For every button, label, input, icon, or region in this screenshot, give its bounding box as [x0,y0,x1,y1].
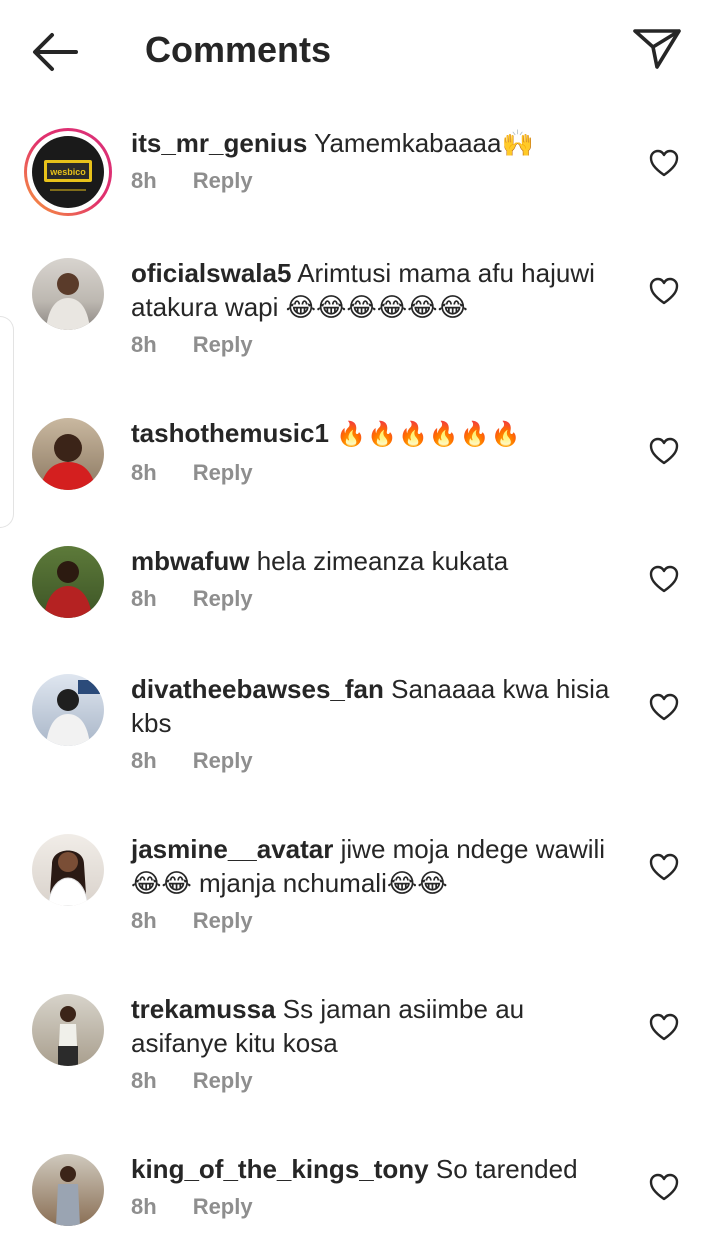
username[interactable]: its_mr_genius [131,128,307,158]
avatar[interactable]: wesbico [24,128,112,216]
comment-text: trekamussa Ss jaman asiimbe au asifanye … [131,992,626,1060]
reply-button[interactable]: Reply [193,458,253,488]
avatar[interactable] [32,994,104,1066]
heart-icon [649,1013,679,1041]
reply-button[interactable]: Reply [193,584,253,614]
avatar-image [32,546,104,618]
avatar-image [32,418,104,490]
comment-text: oficialswala5 Arimtusi mama afu hajuwi a… [131,256,626,324]
paper-plane-icon [633,29,681,69]
avatar[interactable] [32,1154,104,1226]
heart-icon [649,853,679,881]
avatar-image [32,834,104,906]
username[interactable]: tashothemusic1 [131,418,329,448]
comment-time: 8h [131,1194,157,1219]
comment-text: its_mr_genius Yamemkabaaaa🙌 [131,126,626,160]
comment-time: 8h [131,908,157,933]
reply-button[interactable]: Reply [193,1192,253,1222]
comment-message: So tarended [435,1154,578,1184]
comment-text: tashothemusic1 🔥🔥🔥🔥🔥🔥 [131,416,626,452]
avatar-image [32,1154,104,1226]
comment-text: jasmine__avatar jiwe moja ndege wawili😂😂… [131,832,626,900]
comment-message: hela zimeanza kukata [256,546,509,576]
reply-button[interactable]: Reply [193,166,253,196]
avatar[interactable] [32,674,104,746]
logo-icon: wesbico [44,160,92,191]
avatar-image [32,674,104,746]
reply-button[interactable]: Reply [193,330,253,360]
avatar[interactable] [32,258,104,330]
username[interactable]: king_of_the_kings_tony [131,1154,429,1184]
comment-time: 8h [131,460,157,485]
avatar-image [32,994,104,1066]
like-button[interactable] [648,276,680,306]
comment-message: Yamemkabaaaa🙌 [314,128,534,158]
comment-time: 8h [131,332,157,357]
comment-message: 🔥🔥🔥🔥🔥🔥 [336,421,522,448]
comment-time: 8h [131,748,157,773]
avatar[interactable] [32,834,104,906]
reply-button[interactable]: Reply [193,746,253,776]
svg-text:wesbico: wesbico [49,167,86,177]
avatar[interactable] [32,546,104,618]
comment-text: divatheebawses_fan Sanaaaa kwa hisia kbs [131,672,626,740]
like-button[interactable] [648,436,680,466]
avatar-image: wesbico [32,136,104,208]
comment-time: 8h [131,586,157,611]
comment-text: mbwafuw hela zimeanza kukata [131,544,626,578]
reply-button[interactable]: Reply [193,1066,253,1096]
username[interactable]: divatheebawses_fan [131,674,384,704]
username[interactable]: jasmine__avatar [131,834,333,864]
like-button[interactable] [648,692,680,722]
heart-icon [649,565,679,593]
avatar[interactable] [32,418,104,490]
back-button[interactable] [26,26,86,78]
like-button[interactable] [648,564,680,594]
heart-icon [649,437,679,465]
comment-text: king_of_the_kings_tony So tarended [131,1152,626,1186]
like-button[interactable] [648,1012,680,1042]
username[interactable]: mbwafuw [131,546,249,576]
share-button[interactable] [628,22,686,74]
comment-time: 8h [131,168,157,193]
heart-icon [649,277,679,305]
reply-button[interactable]: Reply [193,906,253,936]
avatar-image [32,258,104,330]
heart-icon [649,149,679,177]
arrow-left-icon [33,33,78,71]
page-title: Comments [145,29,332,70]
drawer-edge[interactable] [0,316,14,528]
username[interactable]: oficialswala5 [131,258,291,288]
username[interactable]: trekamussa [131,994,276,1024]
heart-icon [649,693,679,721]
like-button[interactable] [648,1172,680,1202]
top-bar: Comments [0,0,720,100]
comment-time: 8h [131,1068,157,1093]
like-button[interactable] [648,852,680,882]
like-button[interactable] [648,148,680,178]
heart-icon [649,1173,679,1201]
